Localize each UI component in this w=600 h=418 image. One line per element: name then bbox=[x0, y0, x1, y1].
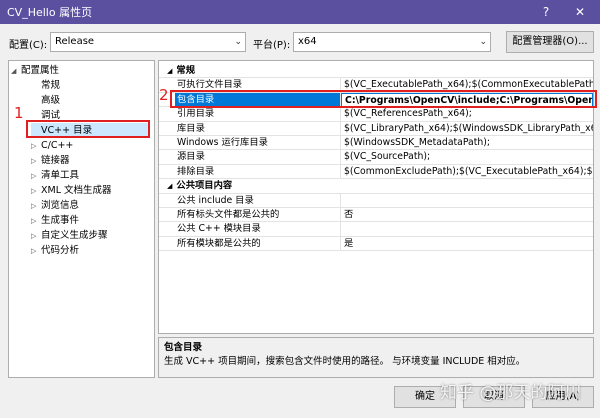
collapse-triangle-icon[interactable]: ◢ bbox=[11, 64, 21, 79]
tree-item-code-analysis[interactable]: ▷ 代码分析 bbox=[31, 243, 79, 258]
tree-item-browse-info[interactable]: ▷ 浏览信息 bbox=[31, 198, 79, 213]
collapse-triangle-icon[interactable]: ◢ bbox=[167, 67, 172, 75]
tree-item-advanced[interactable]: 高级 bbox=[31, 93, 60, 108]
config-value: Release bbox=[55, 36, 95, 47]
description-panel: 包含目录 生成 VC++ 项目期间，搜索包含文件时使用的路径。 与环境变量 IN… bbox=[158, 337, 594, 378]
chevron-down-icon: ⌄ bbox=[234, 37, 242, 47]
chevron-down-icon: ⌄ bbox=[479, 37, 487, 47]
tree-root-config-properties[interactable]: ◢ 配置属性 bbox=[11, 63, 59, 78]
grid-row-exclude-directories[interactable]: 排除目录 $(CommonExcludePath);$(VC_Executabl… bbox=[159, 164, 593, 180]
expand-triangle-icon[interactable]: ▷ bbox=[31, 184, 41, 199]
help-button[interactable]: ? bbox=[532, 0, 560, 24]
tree-item-c-cpp[interactable]: ▷ C/C++ bbox=[31, 138, 73, 153]
tree-item-linker[interactable]: ▷ 链接器 bbox=[31, 153, 70, 168]
config-label: 配置(C): bbox=[9, 40, 48, 51]
grid-row-source-directories[interactable]: 源目录 $(VC_SourcePath); bbox=[159, 150, 593, 165]
title-bar: CV_Hello 属性页 ? ✕ bbox=[0, 0, 600, 24]
property-tree[interactable]: ◢ 配置属性 常规 高级 调试 VC++ 目录 ▷ C/C++ ▷ 链接器 ▷ 清单工具… bbox=[8, 60, 155, 378]
tree-item-manifest-tool[interactable]: ▷ 清单工具 bbox=[31, 168, 79, 183]
expand-triangle-icon[interactable]: ▷ bbox=[31, 229, 41, 244]
expand-triangle-icon[interactable]: ▷ bbox=[31, 139, 41, 154]
expand-triangle-icon[interactable]: ▷ bbox=[31, 214, 41, 229]
grid-row-public-cpp-module-directories[interactable]: 公共 C++ 模块目录 bbox=[159, 222, 593, 237]
annotation-box-vc-directories bbox=[26, 120, 150, 138]
description-title: 包含目录 bbox=[164, 342, 203, 353]
tree-item-general[interactable]: 常规 bbox=[31, 78, 60, 93]
watermark: 知乎 @那天的阿川 bbox=[440, 383, 582, 403]
grid-row-all-modules-public[interactable]: 所有模块都是公共的 是 bbox=[159, 236, 593, 252]
platform-select[interactable]: x64 ⌄ bbox=[293, 32, 491, 52]
annotation-box-include-directories bbox=[170, 90, 597, 108]
description-text: 生成 VC++ 项目期间，搜索包含文件时使用的路径。 与环境变量 INCLUDE… bbox=[164, 356, 526, 367]
annotation-number-1: 1 bbox=[14, 104, 24, 122]
window-title: CV_Hello 属性页 bbox=[7, 6, 93, 19]
tree-item-build-events[interactable]: ▷ 生成事件 bbox=[31, 213, 79, 228]
grid-row-public-include-directories[interactable]: 公共 include 目录 bbox=[159, 193, 593, 208]
platform-label: 平台(P): bbox=[253, 40, 291, 51]
grid-row-all-headers-public[interactable]: 所有标头文件都是公共的 否 bbox=[159, 208, 593, 223]
configuration-manager-button[interactable]: 配置管理器(O)... bbox=[506, 31, 594, 53]
expand-triangle-icon[interactable]: ▷ bbox=[31, 199, 41, 214]
platform-value: x64 bbox=[298, 36, 317, 47]
configuration-bar: 配置(C): Release ⌄ 平台(P): x64 ⌄ 配置管理器(O)..… bbox=[0, 28, 600, 56]
tree-item-xml-doc-generator[interactable]: ▷ XML 文档生成器 bbox=[31, 183, 112, 198]
close-button[interactable]: ✕ bbox=[566, 0, 594, 24]
annotation-number-2: 2 bbox=[159, 86, 169, 104]
grid-row-windows-runtime-directories[interactable]: Windows 运行库目录 $(WindowsSDK_MetadataPath)… bbox=[159, 136, 593, 151]
grid-row-library-directories[interactable]: 库目录 $(VC_LibraryPath_x64);$(WindowsSDK_L… bbox=[159, 121, 593, 136]
config-select[interactable]: Release ⌄ bbox=[50, 32, 246, 52]
collapse-triangle-icon[interactable]: ◢ bbox=[167, 182, 172, 190]
expand-triangle-icon[interactable]: ▷ bbox=[31, 154, 41, 169]
category-public-project-content[interactable]: ◢ 公共项目内容 bbox=[159, 179, 593, 194]
category-general[interactable]: ◢ 常规 bbox=[159, 64, 593, 79]
expand-triangle-icon[interactable]: ▷ bbox=[31, 244, 41, 259]
tree-item-custom-build-step[interactable]: ▷ 自定义生成步骤 bbox=[31, 228, 108, 243]
expand-triangle-icon[interactable]: ▷ bbox=[31, 169, 41, 184]
grid-row-reference-directories[interactable]: 引用目录 $(VC_ReferencesPath_x64); bbox=[159, 107, 593, 122]
